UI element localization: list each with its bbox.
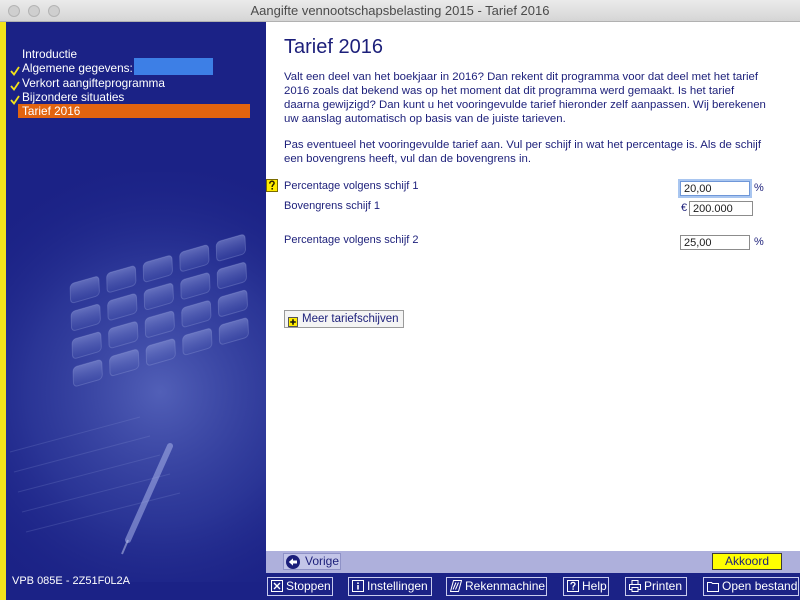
printen-button[interactable]: Printen [625,577,687,596]
toolbar-label: Instellingen [367,579,428,593]
paragraph-line: Pas eventueel het vooringevulde tarief a… [284,139,761,151]
sidebar-item-label: Verkort aangifteprogramma [22,76,165,90]
paragraph-line: een bovengrens heeft, vul dan de bovengr… [284,153,531,165]
toolbar-label: Help [582,579,607,593]
redacted-value [134,58,213,75]
stoppen-button[interactable]: Stoppen [267,577,333,596]
back-arrow-icon [286,555,300,569]
bovengrens-schijf-1-input[interactable] [689,201,753,216]
sidebar-item-label: Algemene gegevens: [22,61,133,75]
sidebar-item-label: Tarief 2016 [22,104,81,118]
sidebar-accent-stripe [0,22,6,600]
paragraph-line: 2016 zoals dat bekend was op het moment … [284,85,735,97]
vorige-button[interactable]: Vorige [283,553,341,570]
toolbar-label: Open bestand [722,579,798,593]
open-bestand-button[interactable]: Open bestand [703,577,799,596]
toolbar-label: Printen [644,579,683,593]
window-title: Aangifte vennootschapsbelasting 2015 - T… [250,3,550,18]
sidebar: Introductie Algemene gegevens: Verkort a… [0,22,266,600]
form-code: VPB 085E - 2Z51F0L2A [12,575,131,587]
akkoord-button[interactable]: Akkoord [712,553,782,570]
intro-paragraph: Valt een deel van het boekjaar in 2016? … [284,70,766,126]
percentage-schijf-2-input[interactable] [680,235,750,250]
help-icon[interactable] [266,179,278,192]
navigation-bar: Vorige Akkoord [266,551,800,573]
paragraph-line: Valt een deel van het boekjaar in 2016? … [284,71,759,83]
percentage-schijf-1-input[interactable] [680,181,750,196]
plus-icon [288,314,298,327]
sidebar-item-bijzondere-situaties[interactable]: Bijzondere situaties [10,90,250,105]
sidebar-item-tarief-2016[interactable]: Tarief 2016 [18,104,250,118]
percent-unit: % [754,236,764,248]
minimize-window-button[interactable] [28,5,40,17]
instruction-paragraph: Pas eventueel het vooringevulde tarief a… [284,138,761,166]
calculator-icon [450,580,462,592]
window-titlebar: Aangifte vennootschapsbelasting 2015 - T… [0,0,800,22]
field-label-bovengrens-schijf-1: Bovengrens schijf 1 [284,200,380,212]
folder-icon [707,582,719,592]
percent-unit: % [754,182,764,194]
sidebar-item-algemene-gegevens[interactable]: Algemene gegevens: [10,58,250,76]
sidebar-item-label: Bijzondere situaties [22,90,125,104]
sidebar-item-label: Introductie [22,47,78,61]
check-icon [10,78,20,91]
zoom-window-button[interactable] [48,5,60,17]
bottom-toolbar: Stoppen Instellingen Rekenmachine Help P… [266,573,800,600]
meer-tariefschijven-label: Meer tariefschijven [302,313,399,325]
help-button[interactable]: Help [563,577,609,596]
euro-prefix: € [681,202,688,214]
field-label-percentage-schijf-1: Percentage volgens schijf 1 [284,180,419,192]
page-title: Tarief 2016 [284,36,383,58]
help-box-icon [567,580,579,592]
close-window-button[interactable] [8,5,20,17]
sidebar-item-verkort-aangifteprogramma[interactable]: Verkort aangifteprogramma [10,76,250,91]
meer-tariefschijven-button[interactable]: Meer tariefschijven [284,310,404,328]
check-icon [10,92,20,105]
toolbar-label: Stoppen [286,579,331,593]
check-icon [10,63,20,76]
instellingen-button[interactable]: Instellingen [348,577,432,596]
info-box-icon [352,580,364,592]
field-label-percentage-schijf-2: Percentage volgens schijf 2 [284,234,419,246]
paragraph-line: daarna gewijzigd? Dan kunt u het vooring… [284,99,766,111]
main-content: Tarief 2016 Valt een deel van het boekja… [266,22,800,551]
paragraph-line: uw aanslag automatisch op basis van de j… [284,113,566,125]
printer-icon [629,580,641,592]
close-box-icon [271,580,283,592]
vorige-label: Vorige [305,554,340,568]
toolbar-label: Rekenmachine [465,579,546,593]
rekenmachine-button[interactable]: Rekenmachine [446,577,547,596]
